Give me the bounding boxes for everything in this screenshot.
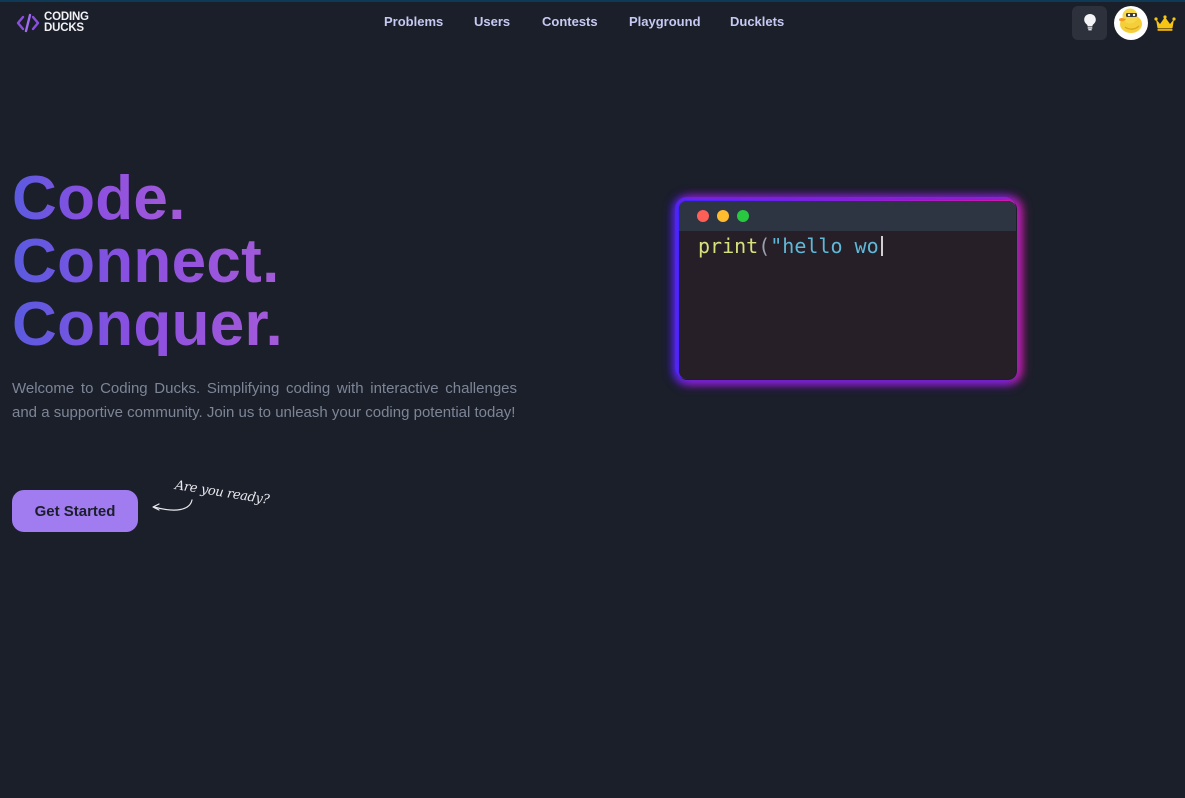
nav-link-users[interactable]: Users (474, 14, 510, 29)
code-paren-token: ( (758, 234, 771, 258)
nav-link-problems[interactable]: Problems (384, 14, 443, 29)
nav-link-contests[interactable]: Contests (542, 14, 598, 29)
hero-line-connect: Connect. (12, 227, 280, 296)
theme-toggle-button[interactable] (1072, 6, 1107, 40)
code-line: print("hello wo (698, 234, 883, 258)
hero-heading: Code. Connect. Conquer. (12, 167, 283, 356)
close-dot-icon (697, 210, 709, 222)
logo-text: CODING DUCKS (44, 11, 89, 34)
curved-arrow-icon (150, 496, 198, 516)
logo-line-2: DUCKS (44, 22, 84, 34)
crown-icon (1154, 14, 1176, 32)
get-started-button[interactable]: Get Started (12, 490, 138, 532)
code-brackets-icon (16, 12, 40, 34)
code-function-token: print (698, 234, 759, 258)
site-logo[interactable]: CODING DUCKS (16, 10, 96, 36)
code-editor-window: print("hello wo (677, 199, 1018, 381)
minimize-dot-icon (717, 210, 729, 222)
editor-title-bar (679, 201, 1016, 231)
hero-description: Welcome to Coding Ducks. Simplifying cod… (12, 380, 517, 421)
hero-line-code: Code. (12, 164, 186, 233)
code-string-token: "hello wo (770, 234, 879, 258)
lightbulb-icon (1083, 13, 1097, 34)
hero-line-conquer: Conquer. (12, 290, 284, 359)
nav-link-playground[interactable]: Playground (629, 14, 701, 29)
nav-link-ducklets[interactable]: Ducklets (730, 14, 784, 29)
duck-avatar-icon (1116, 6, 1146, 40)
navbar: CODING DUCKS Problems Users Contests Pla… (0, 2, 1185, 42)
maximize-dot-icon (737, 210, 749, 222)
text-cursor (880, 236, 883, 256)
user-avatar[interactable] (1114, 6, 1148, 40)
